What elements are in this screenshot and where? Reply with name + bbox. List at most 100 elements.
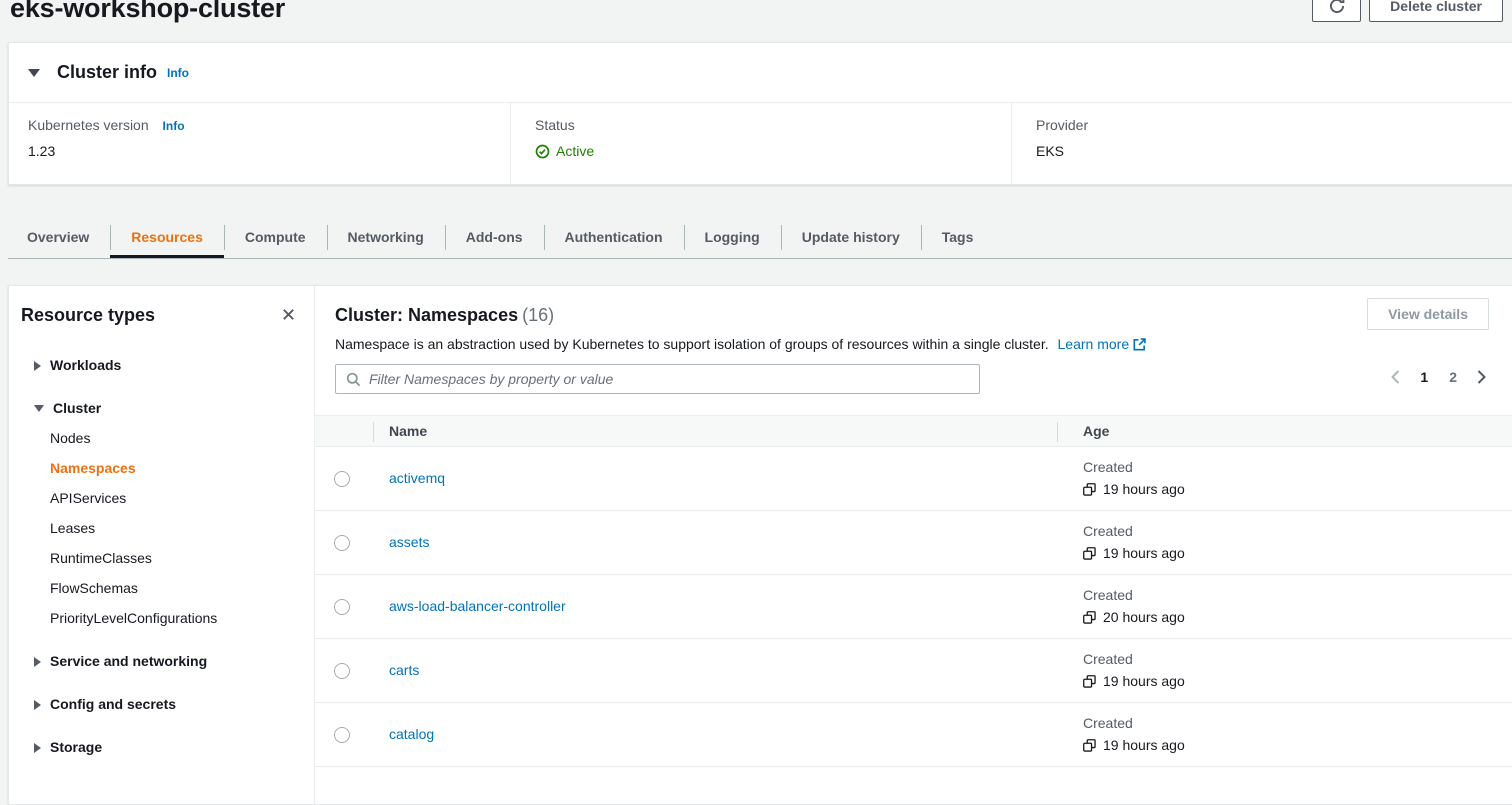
collapse-caret-icon[interactable] (28, 69, 40, 77)
provider-label: Provider (1036, 117, 1512, 133)
sidebar-item-leases[interactable]: Leases (21, 521, 298, 536)
close-sidebar-button[interactable] (279, 305, 298, 324)
resources-panel: Resource types Workloads Cluster Nodes N… (8, 285, 1512, 805)
chevron-left-icon (1390, 369, 1401, 385)
row-radio-button[interactable] (334, 471, 350, 487)
filter-field (335, 364, 980, 394)
tab-resources[interactable]: Resources (110, 216, 224, 258)
column-divider (1057, 422, 1058, 442)
copy-icon (1083, 611, 1096, 624)
cluster-info-header: Cluster info Info (9, 43, 1512, 103)
column-divider (373, 422, 374, 442)
provider-value: EKS (1036, 143, 1512, 159)
sidebar-group-label: Config and secrets (50, 697, 176, 712)
kubernetes-version-info-link[interactable]: Info (163, 119, 185, 133)
close-icon (281, 307, 296, 322)
tab-tags[interactable]: Tags (921, 216, 995, 258)
sidebar-item-apiservices[interactable]: APIServices (21, 491, 298, 506)
page-number-2[interactable]: 2 (1445, 369, 1461, 385)
tab-update-history[interactable]: Update history (781, 216, 921, 258)
caret-right-icon (34, 657, 41, 667)
created-label: Created (1083, 523, 1512, 540)
sidebar-group-service-and-networking[interactable]: Service and networking (21, 654, 298, 669)
age-value: 19 hours ago (1103, 545, 1185, 562)
status-label: Status (535, 117, 1011, 133)
chevron-right-icon (1476, 369, 1487, 385)
table-row: catalog Created 19 hours ago (315, 703, 1512, 767)
row-radio-button[interactable] (334, 535, 350, 551)
tab-logging[interactable]: Logging (684, 216, 781, 258)
copy-button[interactable] (1083, 675, 1096, 688)
kubernetes-version-label: Kubernetes version (28, 117, 149, 133)
sidebar-item-prioritylevelconfigurations[interactable]: PriorityLevelConfigurations (21, 611, 298, 626)
age-value: 20 hours ago (1103, 609, 1185, 626)
sidebar-item-nodes[interactable]: Nodes (21, 431, 298, 446)
description-text: Namespace is an abstraction used by Kube… (335, 336, 1049, 352)
sidebar-group-label: Workloads (50, 358, 121, 373)
row-radio-button[interactable] (334, 599, 350, 615)
resource-types-sidebar: Resource types Workloads Cluster Nodes N… (9, 286, 315, 804)
resource-types-title: Resource types (21, 304, 155, 326)
status-field: Status Active (510, 103, 1011, 185)
pagination: 1 2 (1388, 367, 1489, 387)
delete-cluster-button[interactable]: Delete cluster (1369, 0, 1503, 22)
tab-overview[interactable]: Overview (8, 216, 110, 258)
refresh-icon (1328, 0, 1346, 15)
status-ok-icon (535, 144, 550, 159)
copy-icon (1083, 675, 1096, 688)
age-value: 19 hours ago (1103, 737, 1185, 754)
sidebar-item-namespaces[interactable]: Namespaces (21, 461, 298, 476)
namespaces-panel: Cluster: Namespaces(16) View details Nam… (315, 286, 1512, 804)
cluster-tabs: Overview Resources Compute Networking Ad… (8, 216, 1512, 259)
sidebar-item-runtimeclasses[interactable]: RuntimeClasses (21, 551, 298, 566)
namespaces-heading-text: Cluster: Namespaces (335, 305, 518, 325)
sidebar-group-label: Service and networking (50, 654, 207, 669)
tab-add-ons[interactable]: Add-ons (445, 216, 544, 258)
filter-namespaces-input[interactable] (336, 365, 979, 393)
sidebar-item-flowschemas[interactable]: FlowSchemas (21, 581, 298, 596)
tab-networking[interactable]: Networking (327, 216, 445, 258)
external-link-icon (1133, 338, 1146, 351)
cluster-info-info-link[interactable]: Info (167, 66, 189, 80)
namespace-link[interactable]: aws-load-balancer-controller (389, 598, 566, 614)
sidebar-group-storage[interactable]: Storage (21, 740, 298, 755)
copy-button[interactable] (1083, 739, 1096, 752)
header-actions: Delete cluster (1312, 0, 1503, 22)
created-label: Created (1083, 587, 1512, 604)
column-header-name[interactable]: Name (373, 423, 1057, 439)
table-row: assets Created 19 hours ago (315, 511, 1512, 575)
sidebar-group-config-and-secrets[interactable]: Config and secrets (21, 697, 298, 712)
refresh-button[interactable] (1312, 0, 1361, 22)
copy-button[interactable] (1083, 483, 1096, 496)
tab-authentication[interactable]: Authentication (544, 216, 684, 258)
sidebar-group-label: Storage (50, 740, 102, 755)
view-details-button[interactable]: View details (1367, 298, 1489, 330)
sidebar-group-cluster[interactable]: Cluster (21, 401, 298, 416)
sidebar-group-workloads[interactable]: Workloads (21, 358, 298, 373)
copy-button[interactable] (1083, 547, 1096, 560)
namespace-link[interactable]: activemq (389, 470, 445, 486)
age-value: 19 hours ago (1103, 481, 1185, 498)
copy-icon (1083, 547, 1096, 560)
namespace-link[interactable]: catalog (389, 726, 434, 742)
namespace-link[interactable]: carts (389, 662, 419, 678)
resource-types-nav: Workloads Cluster Nodes Namespaces APISe… (21, 358, 298, 755)
sidebar-group-label: Cluster (53, 401, 101, 416)
status-value: Active (535, 143, 1011, 159)
learn-more-link[interactable]: Learn more (1058, 336, 1147, 353)
row-radio-button[interactable] (334, 727, 350, 743)
tab-compute[interactable]: Compute (224, 216, 327, 258)
kubernetes-version-field: Kubernetes version Info 1.23 (9, 103, 510, 185)
age-value: 19 hours ago (1103, 673, 1185, 690)
previous-page-button[interactable] (1388, 367, 1403, 387)
page-number-1[interactable]: 1 (1416, 369, 1432, 385)
table-row: activemq Created 19 hours ago (315, 447, 1512, 511)
column-header-age[interactable]: Age (1057, 423, 1512, 439)
row-radio-button[interactable] (334, 663, 350, 679)
next-page-button[interactable] (1474, 367, 1489, 387)
namespace-link[interactable]: assets (389, 534, 429, 550)
caret-down-icon (34, 405, 44, 412)
copy-button[interactable] (1083, 611, 1096, 624)
cluster-info-card: Cluster info Info Kubernetes version Inf… (8, 42, 1512, 185)
namespaces-count: (16) (522, 305, 554, 325)
